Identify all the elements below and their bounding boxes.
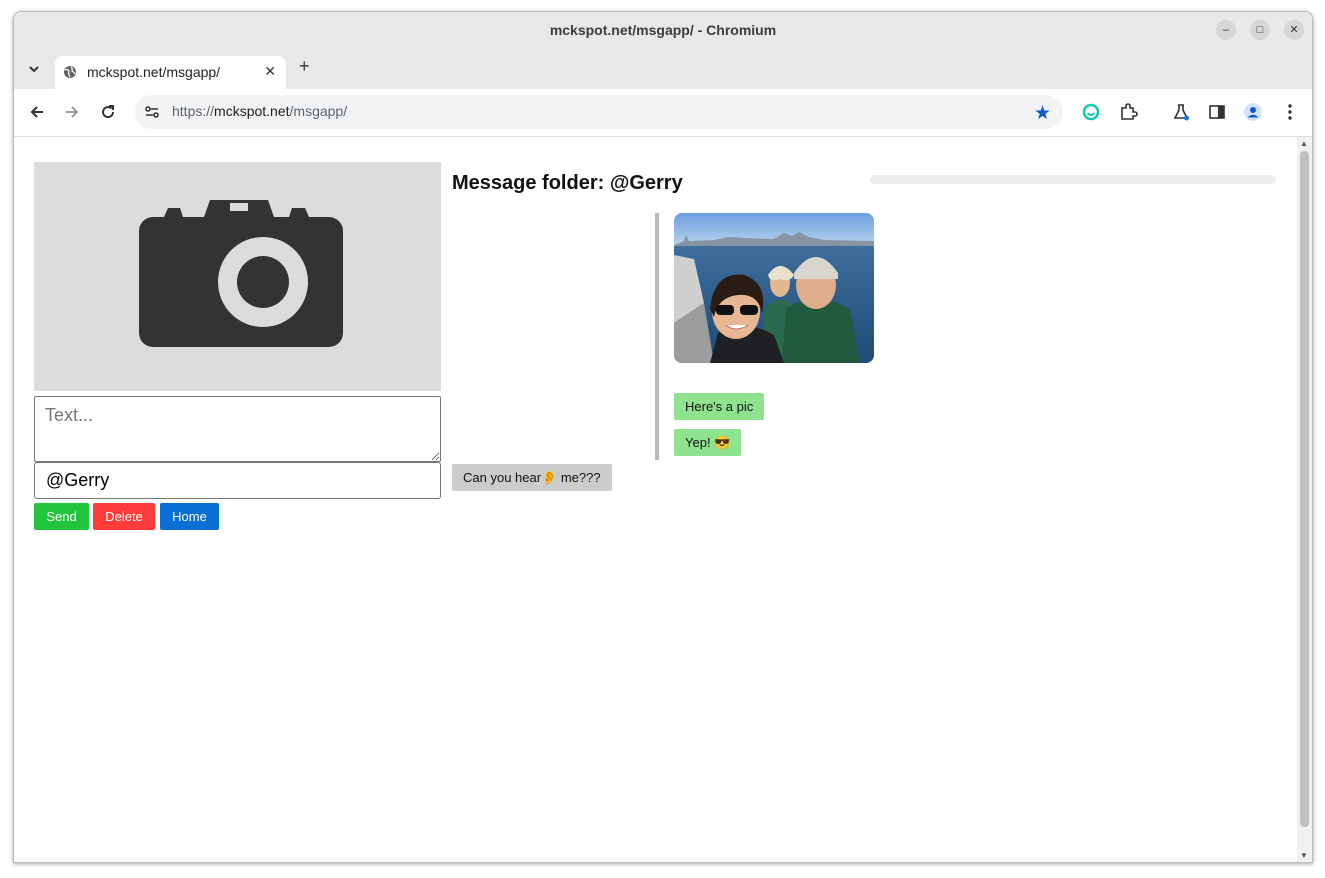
tab-close-icon[interactable]: ✕: [264, 63, 276, 80]
page-content: Send Delete Home Message folder: @Gerry: [14, 137, 1297, 862]
back-arrow-icon: [30, 106, 43, 118]
address-bar[interactable]: https://mckspot.net/msgapp/ ★: [135, 95, 1063, 129]
image-upload-area[interactable]: [34, 162, 441, 391]
url-scheme: https://: [172, 103, 215, 119]
reload-icon: [102, 105, 115, 119]
message-bubble-received: Can you hear👂 me???: [452, 464, 612, 491]
extensions-puzzle-icon[interactable]: [1118, 102, 1138, 122]
more-menu-icon[interactable]: [1280, 102, 1300, 122]
site-info-icon[interactable]: [144, 104, 160, 120]
labs-flask-icon[interactable]: [1171, 102, 1191, 122]
scroll-down-icon[interactable]: ▼: [1300, 851, 1308, 860]
extension-smiley-icon[interactable]: [1081, 102, 1101, 122]
url-text: https://mckspot.net/msgapp/: [172, 103, 347, 119]
maximize-button[interactable]: □: [1250, 20, 1270, 40]
home-button[interactable]: Home: [160, 503, 219, 530]
url-host: mckspot.net: [214, 103, 290, 119]
minimize-button[interactable]: –: [1216, 20, 1236, 40]
delete-button[interactable]: Delete: [93, 503, 155, 530]
forward-button[interactable]: [63, 103, 81, 121]
forward-arrow-icon: [66, 106, 79, 118]
scroll-up-icon[interactable]: ▲: [1300, 139, 1308, 148]
camera-icon: [139, 200, 343, 347]
top-bar-placeholder: [870, 175, 1276, 184]
window-title: mckspot.net/msgapp/ - Chromium: [549, 22, 777, 38]
recipient-input[interactable]: [34, 462, 441, 499]
message-text-input[interactable]: [34, 396, 441, 462]
chevron-down-icon: [29, 66, 39, 73]
close-window-button[interactable]: ✕: [1284, 20, 1304, 40]
message-bubble-sent: Yep! 😎: [674, 429, 742, 456]
url-path: /msgapp/: [289, 103, 348, 119]
folder-title: Message folder: @Gerry: [452, 172, 683, 194]
browser-toolbar: https://mckspot.net/msgapp/ ★: [14, 89, 1312, 137]
title-bar: mckspot.net/msgapp/ - Chromium – □ ✕: [14, 12, 1312, 49]
message-photo[interactable]: [674, 213, 874, 363]
scrollbar-thumb[interactable]: [1300, 151, 1309, 827]
side-panel-icon[interactable]: [1207, 102, 1227, 122]
back-button[interactable]: [28, 103, 46, 121]
reload-button[interactable]: [99, 103, 117, 121]
profile-avatar-icon[interactable]: [1243, 102, 1263, 122]
tab-search-button[interactable]: [26, 61, 42, 77]
vertical-scrollbar[interactable]: ▲ ▼: [1297, 137, 1312, 862]
new-tab-button[interactable]: +: [299, 57, 315, 75]
thread-divider: [655, 213, 659, 460]
tab-title: mckspot.net/msgapp/: [87, 64, 221, 80]
message-bubble-sent: Here's a pic: [674, 393, 765, 420]
browser-window: mckspot.net/msgapp/ - Chromium – □ ✕ mck…: [13, 11, 1313, 863]
selfie-photo: [674, 213, 874, 363]
bookmark-star-icon[interactable]: ★: [1034, 102, 1051, 125]
globe-icon: [64, 66, 76, 78]
tab-active[interactable]: mckspot.net/msgapp/ ✕: [55, 56, 286, 89]
send-button[interactable]: Send: [34, 503, 89, 530]
tab-strip: mckspot.net/msgapp/ ✕ +: [14, 49, 1312, 89]
